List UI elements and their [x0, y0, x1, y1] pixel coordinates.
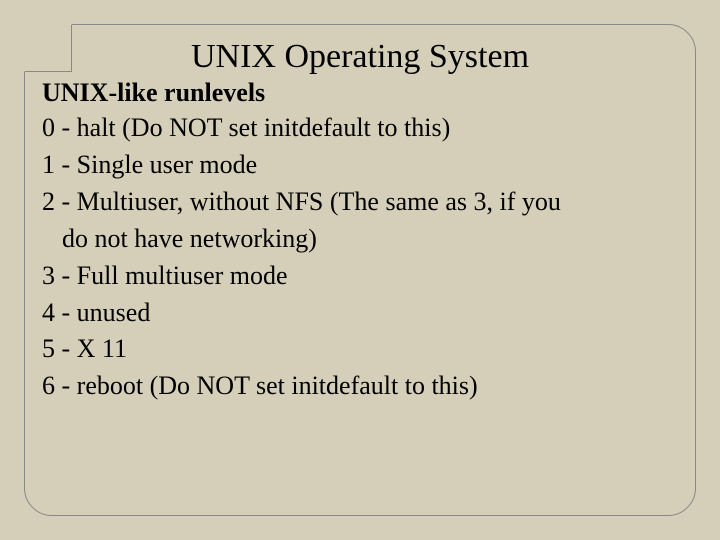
runlevel-2-line1: 2 - Multiuser, without NFS (The same as …: [42, 184, 678, 221]
slide-title: UNIX Operating System: [42, 38, 678, 76]
runlevel-2-line2: do not have networking): [42, 221, 678, 258]
runlevel-3: 3 - Full multiuser mode: [42, 258, 678, 295]
runlevel-5: 5 - X 11: [42, 331, 678, 368]
slide-content: UNIX Operating System UNIX-like runlevel…: [42, 38, 678, 405]
runlevel-0: 0 - halt (Do NOT set initdefault to this…: [42, 110, 678, 147]
runlevel-1: 1 - Single user mode: [42, 147, 678, 184]
slide-subtitle: UNIX-like runlevels: [42, 78, 678, 108]
runlevel-4: 4 - unused: [42, 295, 678, 332]
runlevel-6: 6 - reboot (Do NOT set initdefault to th…: [42, 368, 678, 405]
runlevel-list: 0 - halt (Do NOT set initdefault to this…: [42, 110, 678, 405]
